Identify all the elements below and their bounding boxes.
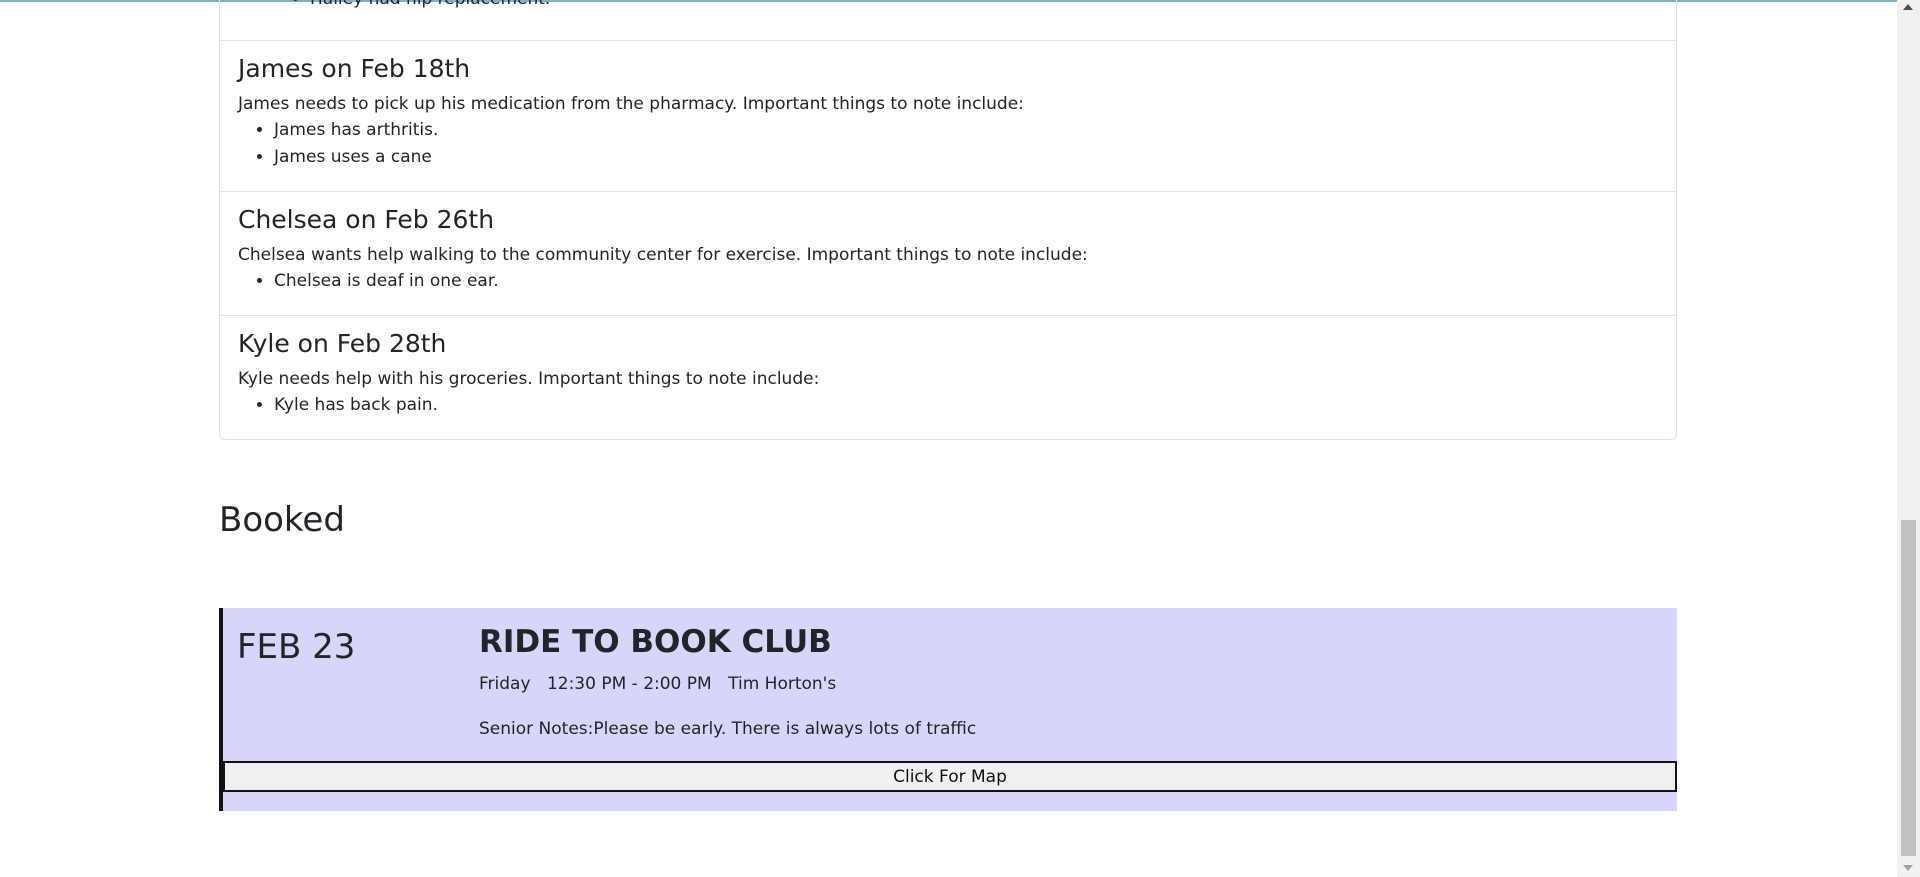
notes-list: James has arthritis. James uses a cane: [274, 117, 1658, 171]
notes-list: Hailey had hip replacement.: [310, 0, 550, 13]
note-item: Kyle has back pain.: [274, 392, 1658, 419]
note-item: Chelsea is deaf in one ear.: [274, 268, 1658, 295]
request-title: Chelsea on Feb 26th: [238, 205, 495, 234]
notes-list: Kyle has back pain.: [274, 392, 1658, 419]
booked-heading: Booked: [219, 500, 345, 540]
note-item: James has arthritis.: [274, 117, 1658, 144]
list-item[interactable]: Kyle on Feb 28th Kyle needs help with hi…: [220, 315, 1676, 439]
list-item[interactable]: James on Feb 18th James needs to pick up…: [220, 40, 1676, 191]
booking-meta: Friday 12:30 PM - 2:00 PM Tim Horton's: [479, 673, 976, 695]
booking-date: FEB 23: [237, 627, 356, 667]
request-description: James needs to pick up his medication fr…: [238, 94, 1024, 114]
list-item[interactable]: Chelsea on Feb 26th Chelsea wants help w…: [220, 191, 1676, 315]
booking-title: RIDE TO BOOK CLUB: [479, 624, 832, 660]
booking-details: RIDE TO BOOK CLUB Friday 12:30 PM - 2:00…: [479, 622, 976, 740]
booking-day: Friday: [479, 674, 531, 694]
booking-time: 12:30 PM - 2:00 PM: [546, 674, 712, 694]
request-title: James on Feb 18th: [238, 54, 471, 83]
request-title: Kyle on Feb 28th: [238, 329, 447, 358]
list-item: Hailey had hip replacement.: [220, 0, 1676, 40]
main-container: Hailey had hip replacement. James on Feb…: [219, 0, 1677, 811]
booking-card: FEB 23 RIDE TO BOOK CLUB Friday 12:30 PM…: [219, 608, 1677, 811]
notes-list: Chelsea is deaf in one ear.: [274, 268, 1658, 295]
vertical-scrollbar[interactable]: [1897, 0, 1920, 877]
scroll-down-arrow-icon[interactable]: [1903, 865, 1913, 871]
request-description: Kyle needs help with his groceries. Impo…: [238, 369, 820, 389]
note-item: James uses a cane: [274, 144, 1658, 171]
request-description: Chelsea wants help walking to the commun…: [238, 245, 1088, 265]
map-button[interactable]: Click For Map: [223, 761, 1677, 792]
scroll-up-arrow-icon[interactable]: [1903, 4, 1913, 10]
booking-location: Tim Horton's: [728, 674, 837, 694]
request-list: Hailey had hip replacement. James on Feb…: [219, 0, 1677, 440]
booking-notes: Senior Notes:Please be early. There is a…: [479, 719, 977, 739]
note-item: Hailey had hip replacement.: [310, 0, 550, 13]
scrollbar-thumb[interactable]: [1901, 520, 1916, 856]
